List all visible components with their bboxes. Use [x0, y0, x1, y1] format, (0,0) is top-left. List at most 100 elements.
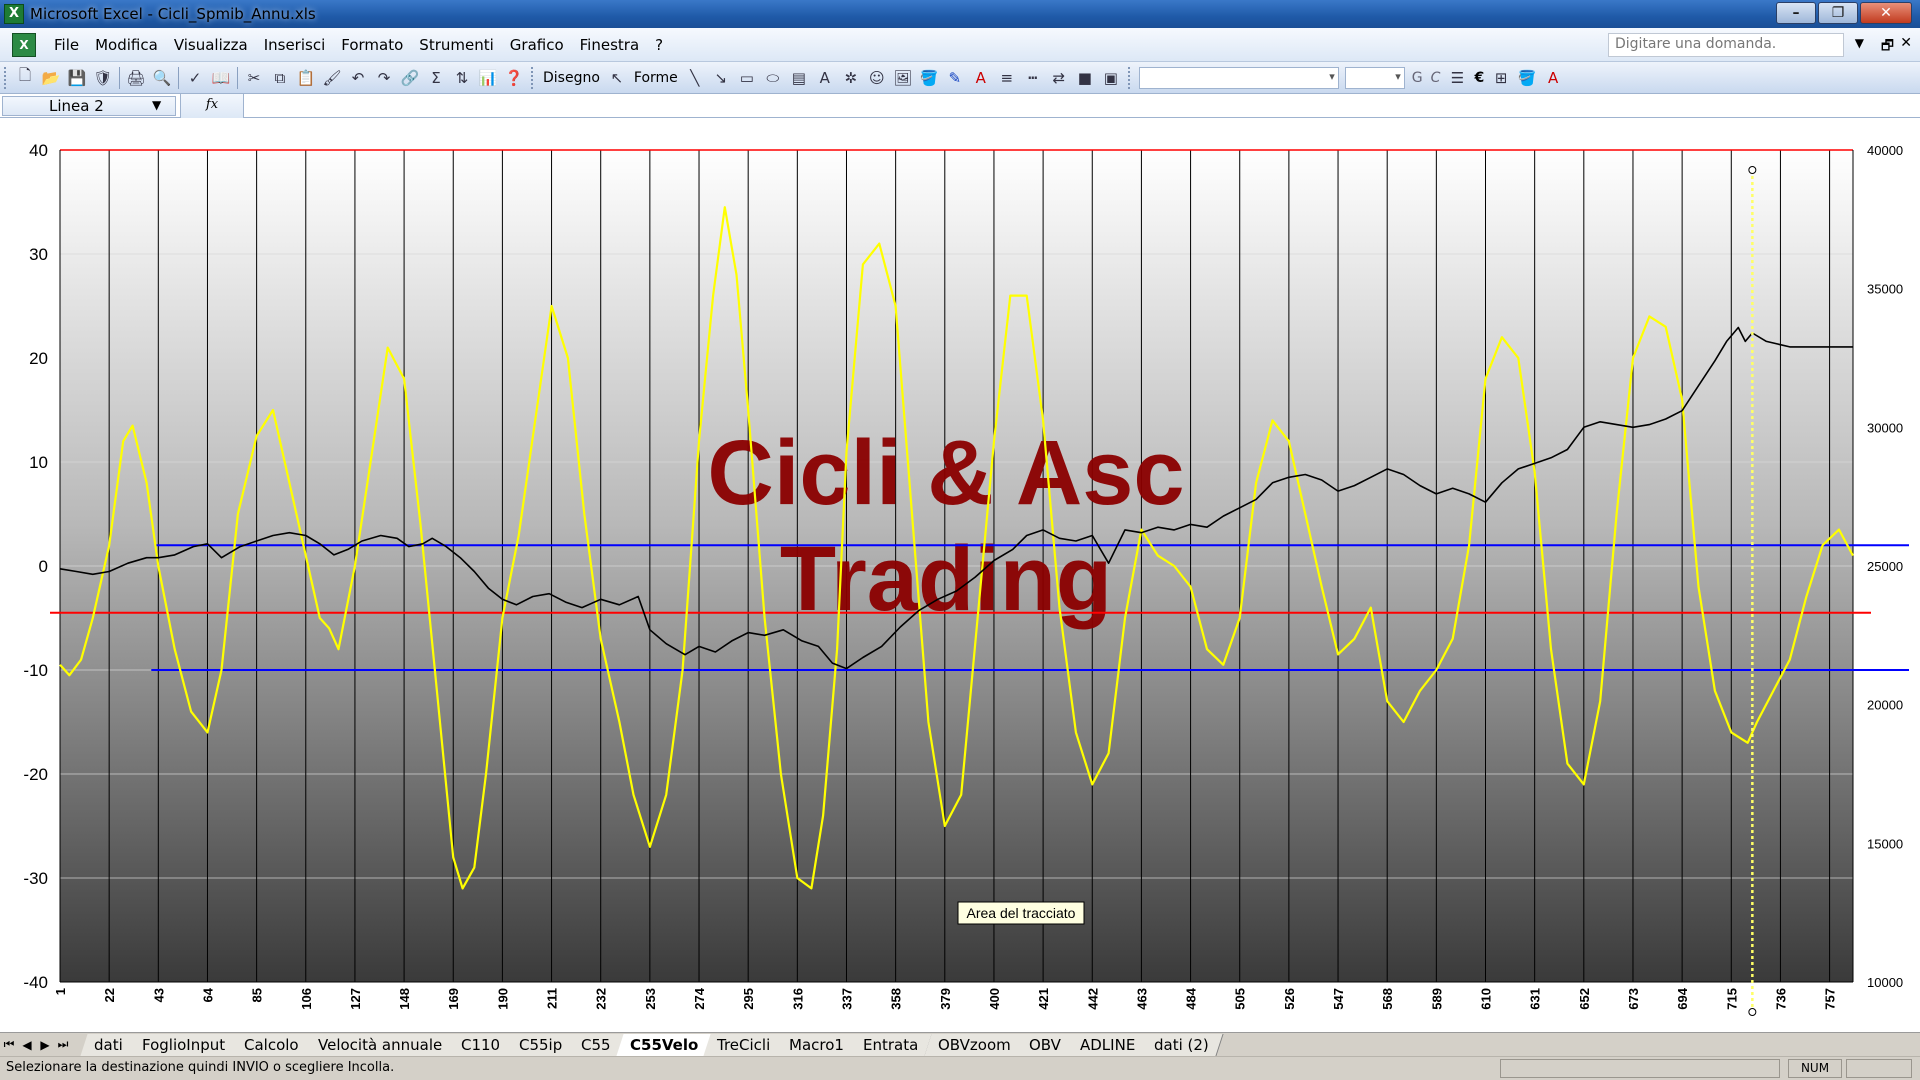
toolbar-grip[interactable] [1127, 66, 1132, 89]
font-name-combo[interactable] [1138, 66, 1339, 89]
chart[interactable]: 40 30 20 10 0 -10 -20 -30 -40 40000 35000 30000 2500… [0, 118, 1920, 1038]
toolbar-grip[interactable] [4, 66, 8, 89]
y-right-tick-label: 40000 [1867, 143, 1903, 158]
bold-button[interactable]: G [1408, 70, 1427, 86]
arrow-icon[interactable]: ↘ [709, 66, 733, 90]
fill-icon[interactable]: 🪣 [1515, 66, 1539, 90]
autosum-icon[interactable]: Σ [424, 66, 448, 90]
arrow-style-icon[interactable]: ⇄ [1047, 66, 1071, 90]
sheet-tab[interactable]: dati (2) [1140, 1033, 1224, 1056]
sheet-tab[interactable]: Calcolo [230, 1033, 314, 1056]
shapes-menu[interactable]: Forme [630, 70, 682, 86]
oval-icon[interactable]: ⬭ [761, 66, 785, 90]
align-icon[interactable]: ☰ [1445, 66, 1469, 90]
restore-icon[interactable]: ❐ [1818, 2, 1858, 24]
new-icon[interactable]: 🗋 [13, 66, 37, 90]
redo-icon[interactable]: ↷ [372, 66, 396, 90]
draw-menu[interactable]: Disegno [539, 70, 604, 86]
help-icon[interactable]: ❓ [502, 66, 526, 90]
undo-icon[interactable]: ↶ [346, 66, 370, 90]
italic-button[interactable]: C [1427, 70, 1445, 86]
textbox-icon[interactable]: ▤ [787, 66, 811, 90]
line-icon[interactable]: ╲ [683, 66, 707, 90]
save-icon[interactable]: 💾 [65, 66, 89, 90]
menu-modifica[interactable]: Modifica [87, 36, 166, 54]
cut-icon[interactable]: ✂ [242, 66, 266, 90]
menu-formato[interactable]: Formato [333, 36, 411, 54]
fill-color-icon[interactable]: 🪣 [917, 66, 941, 90]
permission-icon[interactable]: 🛡 [91, 66, 115, 90]
toolbar-grip[interactable] [531, 66, 535, 89]
menu-grafico[interactable]: Grafico [502, 36, 572, 54]
menu-help[interactable]: ? [647, 36, 671, 54]
sheet-tab[interactable]: Velocità annuale [303, 1033, 457, 1056]
sheet-tab[interactable]: OBVzoom [923, 1033, 1025, 1056]
borders-icon[interactable]: ⊞ [1489, 66, 1513, 90]
select-pointer-icon[interactable]: ↖ [605, 66, 629, 90]
sheet-tab[interactable]: Entrata [849, 1033, 934, 1056]
sheet-tab-label: C55Velo [629, 1035, 698, 1054]
format-painter-icon[interactable]: 🖌 [320, 66, 344, 90]
chevron-down-icon[interactable]: ▼ [152, 98, 161, 112]
line-color-icon[interactable]: ✎ [943, 66, 967, 90]
open-icon[interactable]: 📂 [39, 66, 63, 90]
picture-icon[interactable]: 🖼 [891, 66, 915, 90]
sheet-tab[interactable]: C110 [447, 1033, 515, 1056]
y-right-tick-label: 10000 [1867, 975, 1903, 990]
paste-icon[interactable]: 📋 [294, 66, 318, 90]
sheet-tab-label: Velocità annuale [317, 1035, 442, 1054]
spelling-icon[interactable]: ✓ [183, 66, 207, 90]
sheet-tab[interactable]: C55ip [505, 1033, 577, 1056]
rectangle-icon[interactable]: ▭ [735, 66, 759, 90]
3d-icon[interactable]: ▣ [1099, 66, 1123, 90]
formula-bar: Linea 2 ▼ fx [0, 94, 1920, 118]
next-sheet-icon[interactable]: ▶ [36, 1038, 54, 1052]
hyperlink-icon[interactable]: 🔗 [398, 66, 422, 90]
menu-file[interactable]: File [46, 36, 87, 54]
sheet-tab[interactable]: C55Velo [616, 1033, 713, 1056]
x-tick-label: 652 [1577, 988, 1592, 1010]
text-color-icon[interactable]: A [1541, 66, 1565, 90]
restore-window-icon[interactable]: 🗗 [1881, 35, 1894, 59]
selection-handle-top[interactable] [1748, 166, 1757, 174]
print-preview-icon[interactable]: 🔍 [150, 66, 174, 90]
wordart-icon[interactable]: A [813, 66, 837, 90]
shadow-icon[interactable]: ■ [1073, 66, 1097, 90]
close-icon[interactable]: ✕ [1860, 2, 1912, 24]
sheet-tab[interactable]: FoglioInput [128, 1033, 240, 1056]
first-sheet-icon[interactable]: ⏮ [0, 1037, 18, 1052]
chart-wizard-icon[interactable]: 📊 [476, 66, 500, 90]
menu-inserisci[interactable]: Inserisci [256, 36, 334, 54]
chart-area[interactable]: 40 30 20 10 0 -10 -20 -30 -40 40000 35000 30000 2500… [0, 118, 1920, 1038]
selection-handle-bottom[interactable] [1748, 1008, 1757, 1016]
last-sheet-icon[interactable]: ⏭ [54, 1037, 72, 1052]
menu-strumenti[interactable]: Strumenti [411, 36, 501, 54]
watermark-text: Trading [780, 528, 1112, 630]
x-tick-label: 379 [938, 988, 953, 1010]
close-workbook-icon[interactable]: ✕ [1900, 35, 1912, 51]
insert-function-icon[interactable]: fx [180, 94, 244, 118]
clipart-icon[interactable]: ☺ [865, 66, 889, 90]
sheet-tab[interactable]: TreCicli [703, 1033, 785, 1056]
workbook-icon[interactable]: X [12, 32, 36, 57]
dash-style-icon[interactable]: ┅ [1021, 66, 1045, 90]
sheet-tab-label: C110 [460, 1035, 500, 1054]
sort-icon[interactable]: ⇅ [450, 66, 474, 90]
research-icon[interactable]: 📖 [209, 66, 233, 90]
currency-button[interactable]: € [1470, 70, 1488, 86]
name-box[interactable]: Linea 2 [2, 96, 176, 116]
menu-visualizza[interactable]: Visualizza [166, 36, 256, 54]
line-style-icon[interactable]: ≡ [995, 66, 1019, 90]
chevron-down-icon[interactable]: ▼ [1855, 36, 1864, 50]
copy-icon[interactable]: ⧉ [268, 66, 292, 90]
sheet-tab[interactable]: ADLINE [1066, 1033, 1151, 1056]
font-color-icon[interactable]: A [969, 66, 993, 90]
diagram-icon[interactable]: ✲ [839, 66, 863, 90]
minimize-icon[interactable]: – [1776, 2, 1816, 24]
print-icon[interactable]: 🖨 [124, 66, 148, 90]
menu-finestra[interactable]: Finestra [572, 36, 648, 54]
help-search-input[interactable]: Digitare una domanda. [1608, 33, 1844, 57]
prev-sheet-icon[interactable]: ◀ [18, 1038, 36, 1052]
sheet-tab[interactable]: Macro1 [775, 1033, 859, 1056]
font-size-combo[interactable] [1344, 66, 1405, 89]
